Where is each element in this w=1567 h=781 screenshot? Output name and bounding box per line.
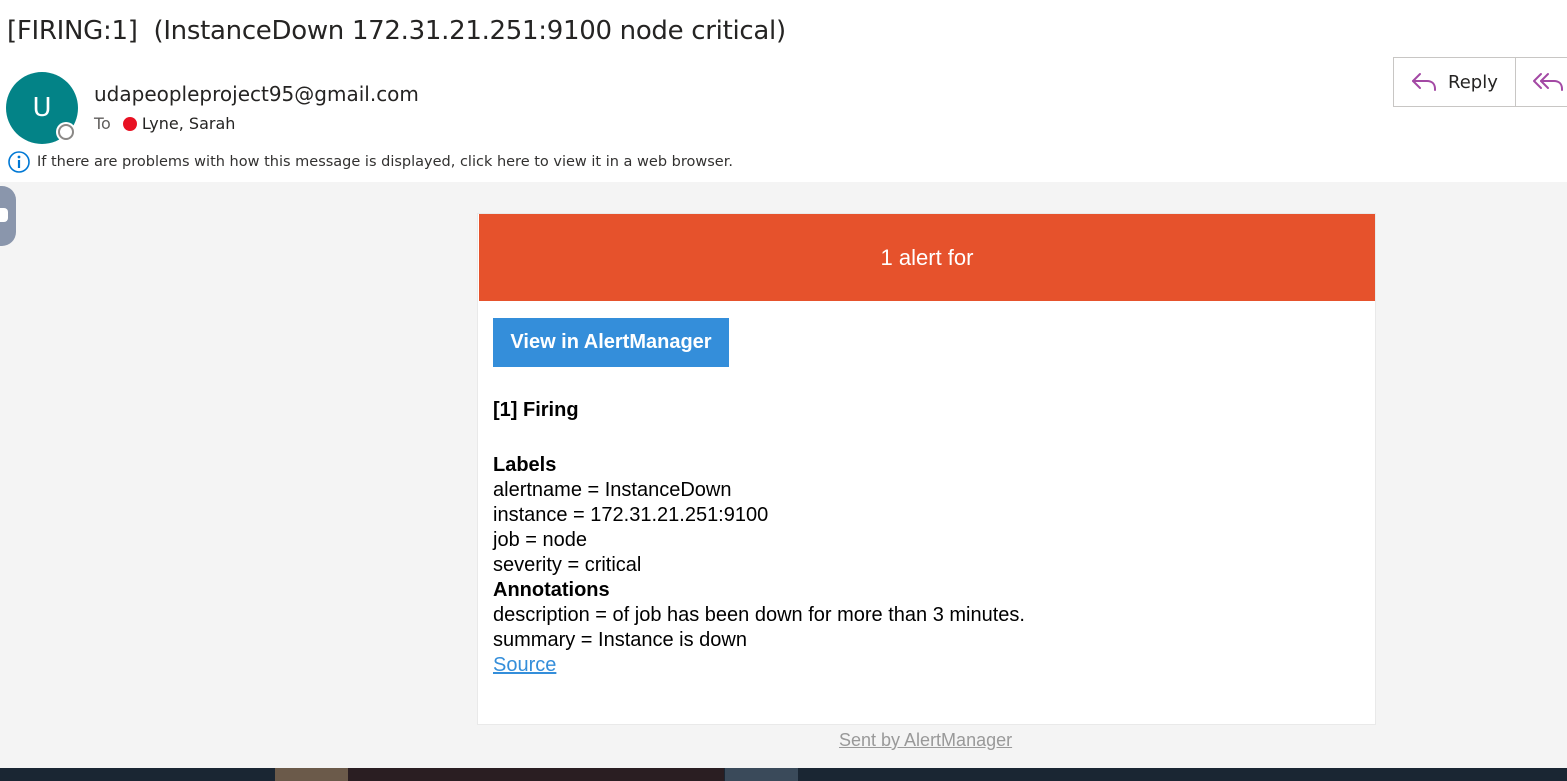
sender-email[interactable]: udapeopleproject95@gmail.com xyxy=(94,82,419,106)
label-line: alertname = InstanceDown xyxy=(493,479,732,501)
to-label: To xyxy=(94,114,111,133)
recipient-status-icon xyxy=(122,116,137,131)
label-line: job = node xyxy=(493,529,587,551)
recipient-name[interactable]: Lyne, Sarah xyxy=(142,114,236,133)
info-message: If there are problems with how this mess… xyxy=(37,154,733,170)
reply-all-button[interactable] xyxy=(1516,58,1567,106)
annotation-line: summary = Instance is down xyxy=(493,629,747,651)
message-actions: Reply xyxy=(1393,57,1567,107)
reply-arrow-icon xyxy=(1412,73,1436,91)
email-subject: [FIRING:1] (InstanceDown 172.31.21.251:9… xyxy=(7,16,786,46)
reply-all-arrow-icon xyxy=(1533,73,1563,91)
recipients-row: To Lyne, Sarah xyxy=(94,114,235,133)
info-circle-icon xyxy=(8,151,30,173)
alert-banner: 1 alert for xyxy=(479,214,1375,301)
reply-label: Reply xyxy=(1448,71,1498,93)
reply-button[interactable]: Reply xyxy=(1394,58,1516,106)
taskbar-app[interactable] xyxy=(348,768,724,781)
presence-status-icon xyxy=(58,124,74,140)
view-in-alertmanager-button[interactable]: View in AlertManager xyxy=(493,318,729,367)
side-panel-toggle[interactable] xyxy=(0,186,16,246)
taskbar-app[interactable] xyxy=(725,768,798,781)
label-line: instance = 172.31.21.251:9100 xyxy=(493,504,769,526)
avatar-initial: U xyxy=(32,93,52,123)
labels-heading: Labels xyxy=(493,454,557,476)
alert-card: 1 alert for View in AlertManager [1] Fir… xyxy=(477,213,1376,725)
display-problem-notice[interactable]: If there are problems with how this mess… xyxy=(7,150,733,174)
source-link[interactable]: Source xyxy=(493,654,556,676)
annotations-heading: Annotations xyxy=(493,579,610,601)
taskbar-app[interactable] xyxy=(275,768,348,781)
label-line: severity = critical xyxy=(493,554,642,576)
firing-heading: [1] Firing xyxy=(493,399,579,421)
sent-by-alertmanager-link[interactable]: Sent by AlertManager xyxy=(839,730,1012,751)
taskbar xyxy=(0,768,1567,781)
annotation-line: description = of job has been down for m… xyxy=(493,604,1025,626)
alert-details: [1] Firing Labels alertname = InstanceDo… xyxy=(493,398,1025,678)
